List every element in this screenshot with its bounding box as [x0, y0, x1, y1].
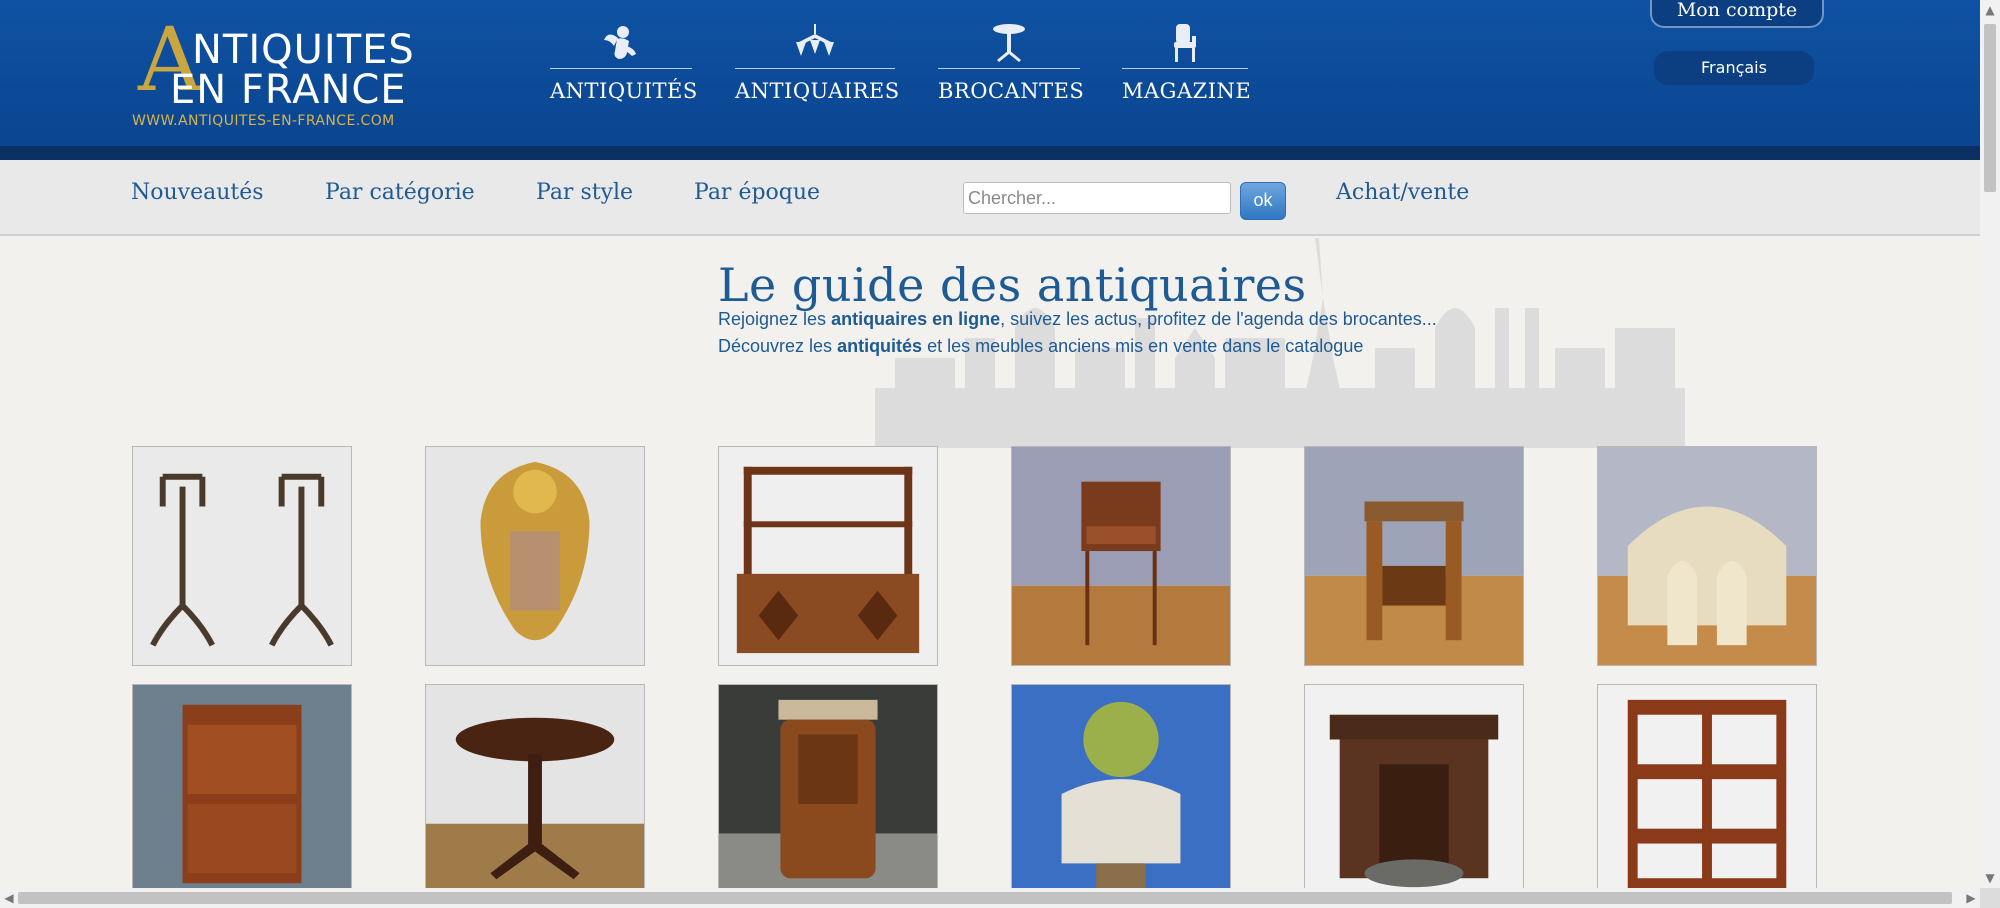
product-thumb-carved-cabinet[interactable]: [1304, 684, 1524, 904]
intro-text: Rejoignez les: [718, 309, 832, 329]
intro-line-2: Découvrez les antiquités et les meubles …: [718, 336, 1363, 357]
vertical-scrollbar[interactable]: ▲ ▼: [1980, 0, 2000, 888]
product-thumb-armchairs[interactable]: [1597, 446, 1817, 666]
page-title: Le guide des antiquaires: [718, 258, 1307, 312]
logo-text-line1: NTIQUITES: [192, 27, 415, 73]
product-thumb-shrek-statue[interactable]: [1011, 684, 1231, 904]
main-nav-label: ANTIQUITÉS: [550, 79, 698, 103]
header-stripe: [0, 146, 1980, 160]
product-thumb-wall-shelf[interactable]: [718, 446, 938, 666]
intro-text: Découvrez les: [718, 336, 838, 356]
product-thumb-bookcase[interactable]: [1597, 684, 1817, 904]
chandelier-icon: [735, 22, 895, 68]
nav-link-par-epoque[interactable]: Par époque: [694, 180, 820, 205]
product-thumb-round-table[interactable]: [425, 684, 645, 904]
main-nav-antiquaires[interactable]: ANTIQUAIRES: [735, 22, 900, 112]
nav-divider: [1122, 68, 1248, 69]
armchair-icon: [1122, 22, 1248, 68]
product-thumb-andirons[interactable]: [132, 446, 352, 666]
main-nav-antiquites[interactable]: ANTIQUITÉS: [550, 22, 698, 112]
nav-link-par-style[interactable]: Par style: [536, 180, 633, 205]
scroll-right-arrow-icon[interactable]: ▶: [1962, 888, 1980, 908]
vertical-scroll-thumb[interactable]: [1984, 24, 1996, 192]
product-thumb-artdeco-table[interactable]: [1304, 446, 1524, 666]
logo-url: WWW.ANTIQUITES-EN-FRANCE.COM: [132, 113, 395, 129]
main-nav-label: ANTIQUAIRES: [735, 79, 900, 103]
scroll-up-arrow-icon[interactable]: ▲: [1980, 0, 2000, 20]
product-thumb-nightstand[interactable]: [718, 684, 938, 904]
horizontal-scrollbar[interactable]: ◀ ▶: [0, 888, 1980, 908]
nav-divider: [550, 68, 692, 69]
intro-line-1: Rejoignez les antiquaires en ligne, suiv…: [718, 309, 1437, 330]
cherub-icon: [550, 22, 692, 68]
secondary-nav: Nouveautés Par catégorie Par style Par é…: [0, 160, 1980, 236]
scroll-down-arrow-icon[interactable]: ▼: [1980, 868, 2000, 888]
scroll-left-arrow-icon[interactable]: ◀: [0, 888, 18, 908]
nav-link-achat-vente[interactable]: Achat/vente: [1336, 180, 1469, 205]
site-logo[interactable]: A NTIQUITES EN FRANCE WWW.ANTIQUITES-EN-…: [130, 16, 450, 134]
main-nav-label: BROCANTES: [938, 79, 1085, 103]
nav-link-nouveautes[interactable]: Nouveautés: [131, 180, 264, 205]
language-selector[interactable]: Français: [1654, 51, 1814, 85]
pedestal-table-icon: [938, 22, 1080, 68]
product-thumb-secretary[interactable]: [132, 684, 352, 904]
intro-link-antiquaires-en-ligne[interactable]: antiquaires en ligne: [831, 309, 1000, 329]
scrollbar-corner: [1980, 888, 2000, 908]
nav-link-par-categorie[interactable]: Par catégorie: [325, 180, 475, 205]
main-nav-magazine[interactable]: MAGAZINE: [1122, 22, 1252, 112]
site-header: A NTIQUITES EN FRANCE WWW.ANTIQUITES-EN-…: [0, 0, 1980, 146]
search-ok-button[interactable]: ok: [1240, 182, 1286, 220]
nav-divider: [735, 68, 895, 69]
intro-text: , suivez les actus, profitez de l'agenda…: [1000, 309, 1437, 329]
search-input[interactable]: [963, 182, 1231, 214]
product-thumb-cartel[interactable]: [425, 446, 645, 666]
nav-divider: [938, 68, 1080, 69]
product-thumb-side-table[interactable]: [1011, 446, 1231, 666]
horizontal-scroll-thumb[interactable]: [18, 892, 1952, 904]
main-nav-label: MAGAZINE: [1122, 79, 1252, 103]
intro-link-antiquites[interactable]: antiquités: [837, 336, 922, 356]
main-nav-brocantes[interactable]: BROCANTES: [938, 22, 1085, 112]
intro-text: et les meubles anciens mis en vente dans…: [922, 336, 1364, 356]
my-account-tab[interactable]: Mon compte: [1650, 0, 1824, 28]
logo-text-line2: EN FRANCE: [170, 67, 407, 113]
